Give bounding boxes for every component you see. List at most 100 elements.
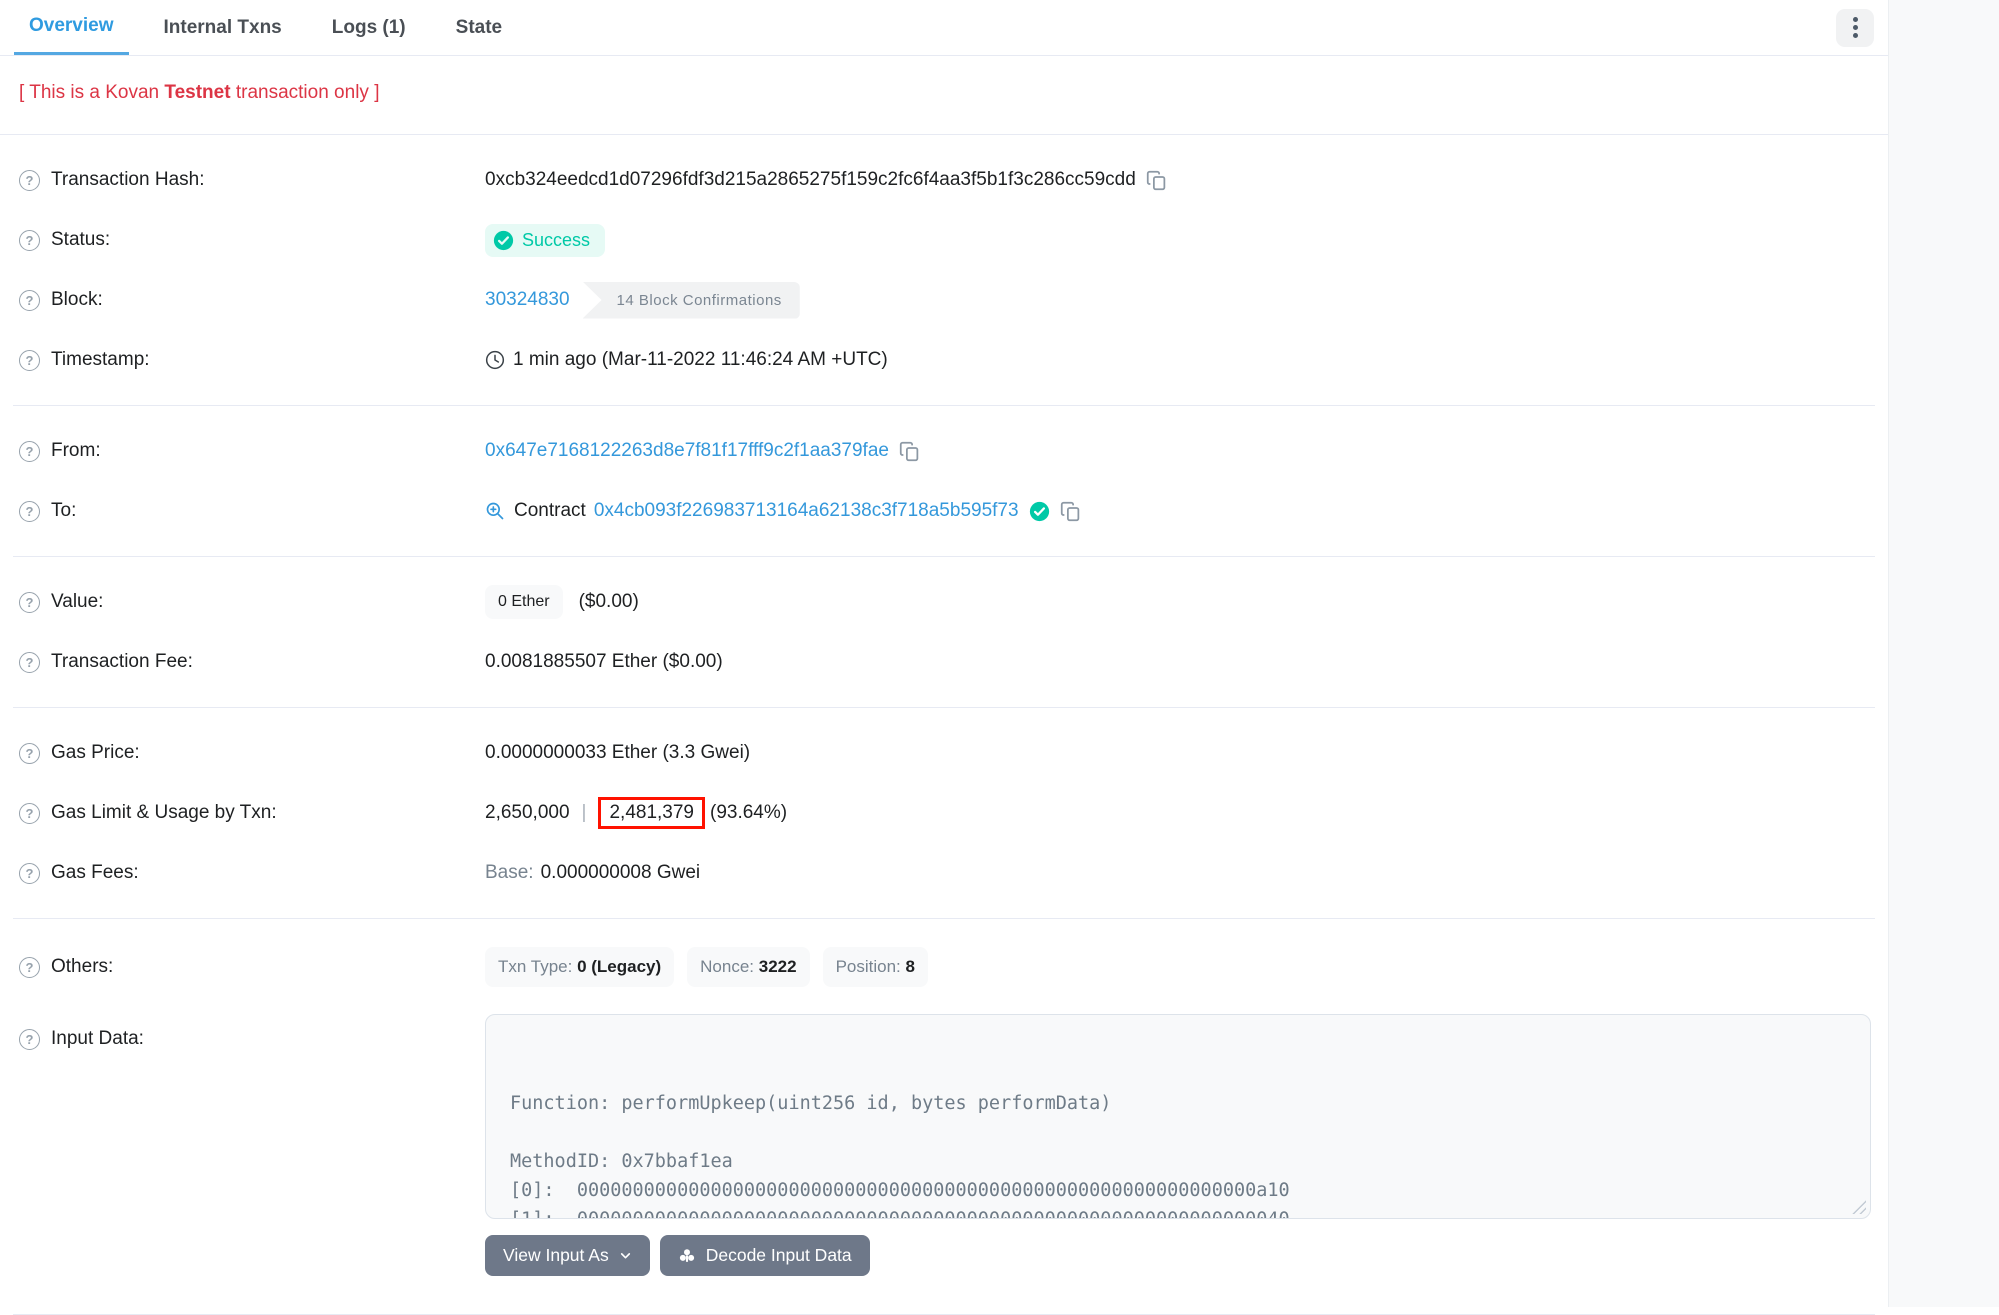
to-contract-prefix: Contract <box>514 500 586 522</box>
page-background-strip <box>1888 0 1999 1307</box>
timestamp-value: 1 min ago (Mar-11-2022 11:46:24 AM +UTC) <box>513 349 888 371</box>
row-status: ? Status: Success <box>19 210 1869 270</box>
tab-bar: Overview Internal Txns Logs (1) State <box>0 0 1888 56</box>
warning-text-suffix: transaction only ] <box>231 82 380 103</box>
help-icon: ? <box>19 803 40 824</box>
row-value: ? Value: 0 Ether ($0.00) <box>19 572 1869 632</box>
status-badge-text: Success <box>522 230 590 251</box>
gas-limit-usage-label: Gas Limit & Usage by Txn: <box>51 802 277 824</box>
txn-type-key: Txn Type: <box>498 957 577 976</box>
transaction-fee-value: 0.0081885507 Ether ($0.00) <box>485 651 723 673</box>
row-timestamp: ? Timestamp: 1 min ago (Mar-11-2022 11:4… <box>19 330 1869 390</box>
section-gas: ? Gas Price: 0.0000000033 Ether (3.3 Gwe… <box>13 708 1875 919</box>
row-from: ? From: 0x647e7168122263d8e7f81f17fff9c2… <box>19 421 1869 481</box>
gas-separator: | <box>582 802 587 824</box>
input-data-label: Input Data: <box>51 1028 144 1050</box>
row-block: ? Block: 30324830 14 Block Confirmations <box>19 270 1869 330</box>
transaction-overview-card: Overview Internal Txns Logs (1) State [ … <box>0 0 1888 1315</box>
copy-icon <box>1146 170 1167 191</box>
gas-price-label: Gas Price: <box>51 742 140 764</box>
row-transaction-fee: ? Transaction Fee: 0.0081885507 Ether ($… <box>19 632 1869 692</box>
tab-overview[interactable]: Overview <box>14 0 129 55</box>
help-icon: ? <box>19 1029 40 1050</box>
resize-grip[interactable] <box>1852 1200 1866 1214</box>
gas-fees-base-label: Base: <box>485 862 534 884</box>
warning-text-prefix: [ This is a Kovan <box>19 82 164 103</box>
more-options-button[interactable] <box>1836 9 1874 47</box>
decode-puzzle-icon <box>678 1247 696 1265</box>
help-icon: ? <box>19 170 40 191</box>
position-value: 8 <box>906 957 915 976</box>
txn-type-value: 0 (Legacy) <box>577 957 661 976</box>
row-others: ? Others: Txn Type: 0 (Legacy) Nonce: 32… <box>19 934 1869 1000</box>
from-address-link[interactable]: 0x647e7168122263d8e7f81f17fff9c2f1aa379f… <box>485 440 889 462</box>
gas-used-value: 2,481,379 <box>609 802 694 823</box>
block-confirmations-badge: 14 Block Confirmations <box>583 282 800 319</box>
value-usd: ($0.00) <box>579 591 639 613</box>
vertical-ellipsis-icon <box>1853 33 1858 38</box>
help-icon: ? <box>19 957 40 978</box>
copy-from-address-button[interactable] <box>899 441 920 462</box>
section-hash-status-block-time: ? Transaction Hash: 0xcb324eedcd1d07296f… <box>13 135 1875 406</box>
help-icon: ? <box>19 501 40 522</box>
input-data-code: Function: performUpkeep(uint256 id, byte… <box>510 1089 1846 1219</box>
gas-used-percent: (93.64%) <box>710 802 787 824</box>
testnet-warning: [ This is a Kovan Testnet transaction on… <box>0 56 1888 135</box>
input-data-box[interactable]: Function: performUpkeep(uint256 id, byte… <box>485 1014 1871 1219</box>
from-label: From: <box>51 440 101 462</box>
row-to: ? To: Contract 0x4cb093f226983713164a621… <box>19 481 1869 541</box>
status-badge: Success <box>485 224 605 257</box>
section-from-to: ? From: 0x647e7168122263d8e7f81f17fff9c2… <box>13 406 1875 557</box>
row-gas-limit-usage: ? Gas Limit & Usage by Txn: 2,650,000 | … <box>19 783 1869 843</box>
view-input-as-label: View Input As <box>503 1245 609 1266</box>
vertical-ellipsis-icon <box>1853 25 1858 30</box>
row-transaction-hash: ? Transaction Hash: 0xcb324eedcd1d07296f… <box>19 150 1869 210</box>
help-icon: ? <box>19 441 40 462</box>
nonce-value: 3222 <box>759 957 797 976</box>
tab-state[interactable]: State <box>441 0 517 55</box>
transaction-hash-label: Transaction Hash: <box>51 169 204 191</box>
zoom-in-contract-button[interactable] <box>485 501 505 521</box>
transaction-hash-value: 0xcb324eedcd1d07296fdf3d215a2865275f159c… <box>485 169 1136 191</box>
others-label: Others: <box>51 956 113 978</box>
gas-price-value: 0.0000000033 Ether (3.3 Gwei) <box>485 742 750 764</box>
timestamp-label: Timestamp: <box>51 349 150 371</box>
decode-input-data-button[interactable]: Decode Input Data <box>660 1235 870 1276</box>
help-icon: ? <box>19 863 40 884</box>
view-input-as-button[interactable]: View Input As <box>485 1235 650 1276</box>
copy-to-address-button[interactable] <box>1060 501 1081 522</box>
row-gas-fees: ? Gas Fees: Base: 0.000000008 Gwei <box>19 843 1869 903</box>
block-label: Block: <box>51 289 103 311</box>
gas-fees-base-value: 0.000000008 Gwei <box>541 862 701 884</box>
status-label: Status: <box>51 229 110 251</box>
help-icon: ? <box>19 592 40 613</box>
ether-value-badge: 0 Ether <box>485 585 563 619</box>
copy-icon <box>1060 501 1081 522</box>
position-badge: Position: 8 <box>823 947 928 987</box>
help-icon: ? <box>19 652 40 673</box>
help-icon: ? <box>19 350 40 371</box>
help-icon: ? <box>19 230 40 251</box>
check-circle-icon <box>493 230 514 251</box>
transaction-fee-label: Transaction Fee: <box>51 651 193 673</box>
position-key: Position: <box>836 957 906 976</box>
tab-logs[interactable]: Logs (1) <box>317 0 421 55</box>
input-data-actions: View Input As Decode Input Data <box>485 1235 1871 1276</box>
row-gas-price: ? Gas Price: 0.0000000033 Ether (3.3 Gwe… <box>19 723 1869 783</box>
to-address-link[interactable]: 0x4cb093f226983713164a62138c3f718a5b595f… <box>594 500 1019 522</box>
to-label: To: <box>51 500 76 522</box>
decode-input-data-label: Decode Input Data <box>706 1245 852 1266</box>
section-value-fee: ? Value: 0 Ether ($0.00) ? Transaction F… <box>13 557 1875 708</box>
nonce-badge: Nonce: 3222 <box>687 947 809 987</box>
value-label: Value: <box>51 591 103 613</box>
section-others-input: ? Others: Txn Type: 0 (Legacy) Nonce: 32… <box>13 919 1875 1315</box>
warning-text-bold: Testnet <box>164 82 230 103</box>
gas-fees-label: Gas Fees: <box>51 862 139 884</box>
zoom-in-icon <box>485 501 505 521</box>
gas-used-highlight-box: 2,481,379 <box>598 797 705 829</box>
copy-hash-button[interactable] <box>1146 170 1167 191</box>
tab-internal-txns[interactable]: Internal Txns <box>149 0 297 55</box>
nonce-key: Nonce: <box>700 957 759 976</box>
vertical-ellipsis-icon <box>1853 17 1858 22</box>
block-number-link[interactable]: 30324830 <box>485 289 570 311</box>
